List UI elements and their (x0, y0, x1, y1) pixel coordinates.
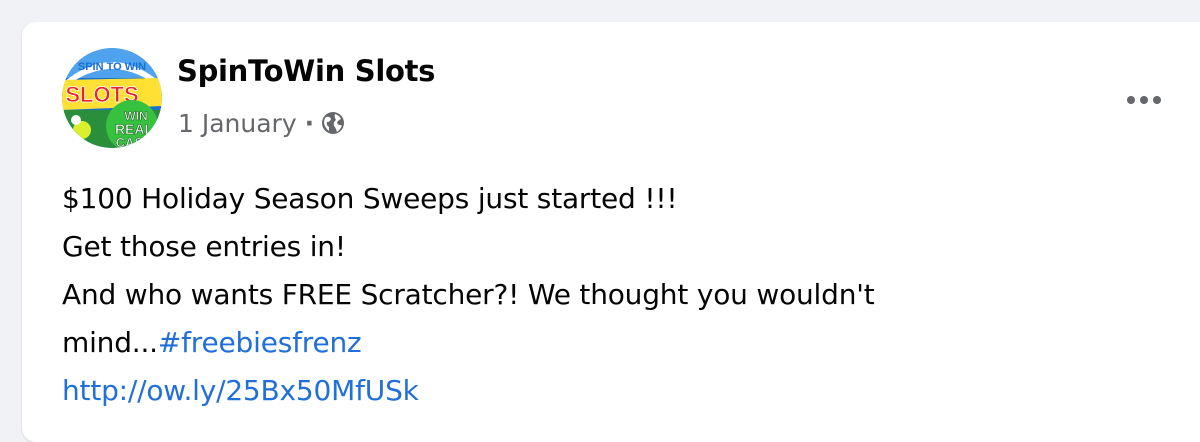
post-line-3: And who wants FREE Scratcher?! We though… (62, 278, 875, 311)
post-text: $100 Holiday Season Sweeps just started … (62, 175, 1122, 415)
more-dot-icon (1127, 96, 1135, 104)
badge-line3: CASH (116, 135, 153, 148)
post-meta: 1 January · (178, 106, 345, 140)
logo-arc-text: SPIN TO WIN (78, 61, 146, 73)
meta-separator: · (304, 108, 315, 138)
globe-icon[interactable] (321, 111, 345, 135)
post-date[interactable]: 1 January (178, 109, 297, 138)
post-card: SPIN TO WIN SLOTS WIN REAL CASH SpinToWi… (22, 22, 1200, 442)
more-dot-icon (1153, 96, 1161, 104)
more-options-button[interactable] (1118, 80, 1170, 120)
post-line-4: mind...#freebiesfrenz (62, 319, 1122, 367)
post-line-2: Get those entries in! (62, 230, 346, 263)
post-line-4-text: mind... (62, 326, 158, 359)
hashtag-link[interactable]: #freebiesfrenz (158, 326, 362, 359)
post-line-1: $100 Holiday Season Sweeps just started … (62, 182, 678, 215)
page-name[interactable]: SpinToWin Slots (177, 54, 435, 88)
spintowin-logo-icon: SPIN TO WIN SLOTS WIN REAL CASH (62, 48, 162, 148)
post-url-link[interactable]: http://ow.ly/25Bx50MfUSk (62, 367, 1122, 415)
page-avatar[interactable]: SPIN TO WIN SLOTS WIN REAL CASH (62, 48, 162, 148)
more-dot-icon (1140, 96, 1148, 104)
